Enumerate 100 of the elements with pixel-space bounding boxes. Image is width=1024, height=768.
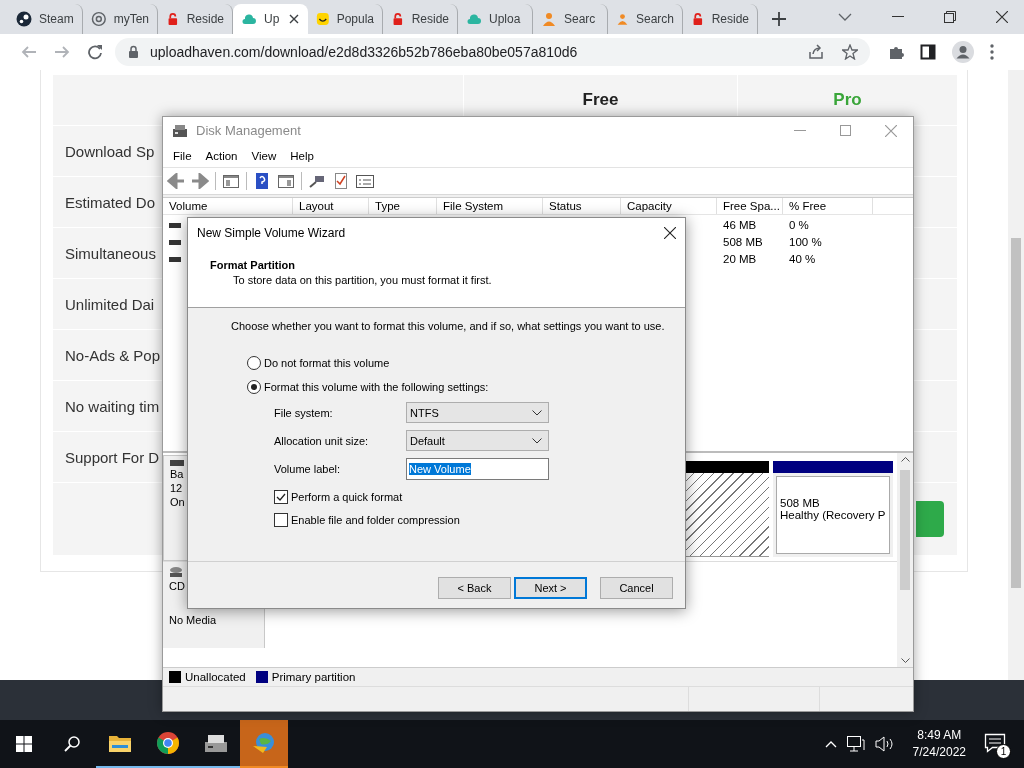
list-window-icon[interactable] [356, 172, 374, 189]
menu-item[interactable]: Action [198, 149, 245, 162]
padlock-icon [166, 11, 180, 27]
drive-icon [169, 222, 181, 228]
drive-icon [204, 733, 228, 753]
column-header[interactable]: Capacity [621, 197, 717, 214]
network-icon[interactable] [846, 736, 865, 752]
speaker-icon[interactable] [874, 736, 895, 752]
clock[interactable]: 8:49 AM 7/24/2022 [912, 727, 966, 761]
dialog-title: New Simple Volume Wizard [197, 226, 346, 240]
menu-item[interactable]: View [244, 149, 284, 162]
drive-icon [169, 256, 181, 262]
table-cell-text: 40 % [788, 253, 817, 266]
round-logo-icon [156, 731, 180, 755]
smiley-icon [316, 11, 330, 27]
partition-size: 508 MB [780, 497, 821, 510]
panel-icon[interactable] [222, 172, 240, 189]
field-label: Volume label: [274, 463, 342, 475]
close-icon[interactable] [289, 14, 299, 24]
column-header[interactable]: % Free [783, 197, 873, 214]
field-label: Allocation unit size: [274, 434, 370, 447]
table-cell-text: 46 MB [722, 219, 758, 232]
browser-tab[interactable]: Up [233, 4, 308, 34]
reload-icon[interactable] [86, 44, 103, 60]
partition-status: Healthy (Recovery P [780, 509, 887, 522]
checkbox[interactable] [274, 513, 288, 527]
radio-label[interactable]: Do not format this volume [264, 357, 390, 369]
panel-icon[interactable] [277, 172, 295, 189]
column-header[interactable]: Type [369, 197, 437, 214]
text-field[interactable]: New Volume [406, 458, 549, 480]
share-icon[interactable] [808, 44, 824, 60]
person-icon [616, 11, 629, 27]
back-arrow-icon[interactable] [167, 172, 185, 189]
partition-block[interactable]: 508 MB Healthy (Recovery P [773, 461, 893, 558]
disk-info-text: On [170, 496, 186, 509]
dialog-button[interactable]: Next > [514, 577, 587, 599]
menu-item[interactable]: File [166, 149, 199, 162]
disk-info-text: No Media [169, 614, 218, 627]
date-text: 7/24/2022 [912, 744, 966, 761]
chevron-icon [532, 409, 542, 416]
checkbox[interactable] [274, 490, 288, 504]
column-header[interactable]: Volume [163, 197, 293, 214]
puzzle-icon[interactable] [888, 44, 904, 60]
person-icon [541, 11, 557, 27]
table-cell-text: 0 % [788, 219, 810, 232]
four-squares-icon [16, 736, 32, 752]
scrollbar[interactable] [897, 453, 913, 668]
radio-button[interactable] [247, 380, 261, 394]
disc-drive-icon [169, 566, 183, 579]
checkbox-label[interactable]: Perform a quick format [291, 491, 403, 503]
menu-item[interactable]: Help [283, 149, 321, 162]
folder-icon [108, 733, 132, 753]
column-header[interactable]: Free Spa... [717, 197, 783, 214]
search-icon [64, 736, 80, 752]
at-sign-icon [91, 11, 107, 27]
close-icon[interactable] [664, 227, 676, 239]
round-logo-icon [16, 11, 32, 27]
more-icon[interactable] [990, 44, 994, 60]
globe-icon [251, 731, 277, 755]
legend-label: Primary partition [271, 671, 356, 684]
radio-button[interactable] [247, 356, 261, 370]
disk-info-text: CD [169, 580, 186, 593]
dialog-button[interactable]: < Back [438, 577, 511, 599]
checkmark-icon [276, 493, 286, 501]
dropdown[interactable]: Default [406, 430, 549, 451]
url-text: uploadhaven.com/download/e2d8d3326b52b786eba80be057a810d6 [150, 44, 578, 60]
notification-badge: 1 [996, 744, 1011, 759]
chevron-icon [532, 437, 542, 444]
forward-arrow-icon[interactable] [191, 172, 209, 189]
close-icon[interactable] [996, 11, 1008, 23]
restore-icon[interactable] [944, 11, 956, 23]
checkbox-label[interactable]: Enable file and folder compression [291, 514, 460, 526]
lock-icon [127, 45, 140, 59]
table-cell-text: 508 MB [722, 236, 764, 249]
dialog-button[interactable]: Cancel [600, 577, 673, 599]
help-icon[interactable] [253, 172, 271, 189]
address-bar[interactable]: uploadhaven.com/download/e2d8d3326b52b786eba80be057a810d6 [115, 38, 870, 66]
side-panel-icon[interactable] [920, 44, 936, 60]
drive-icon [169, 239, 181, 245]
scrollbar[interactable] [1008, 70, 1024, 680]
checkmark-document-icon[interactable] [332, 172, 350, 189]
padlock-icon [391, 11, 405, 27]
dropdown[interactable]: NTFS [406, 402, 549, 423]
column-header[interactable]: File System [437, 197, 543, 214]
star-icon[interactable] [842, 44, 858, 60]
plus-icon[interactable] [772, 12, 786, 26]
column-header[interactable]: Layout [293, 197, 369, 214]
disk-drive-icon [172, 123, 188, 138]
window-title: Disk Management [196, 123, 301, 139]
table-cell-text: 20 MB [722, 253, 758, 266]
avatar-icon[interactable] [952, 41, 974, 63]
up-caret-icon[interactable] [824, 740, 837, 748]
down-chevron-icon[interactable] [838, 13, 852, 21]
column-header[interactable]: Status [543, 197, 621, 214]
notification-icon[interactable] [984, 733, 1006, 753]
maximize-icon[interactable] [840, 125, 851, 137]
minimize-icon[interactable] [892, 16, 904, 18]
table-cell-text: 100 % [788, 236, 823, 249]
field-label: File system: [274, 406, 334, 419]
section-heading: Format Partition [210, 259, 296, 271]
